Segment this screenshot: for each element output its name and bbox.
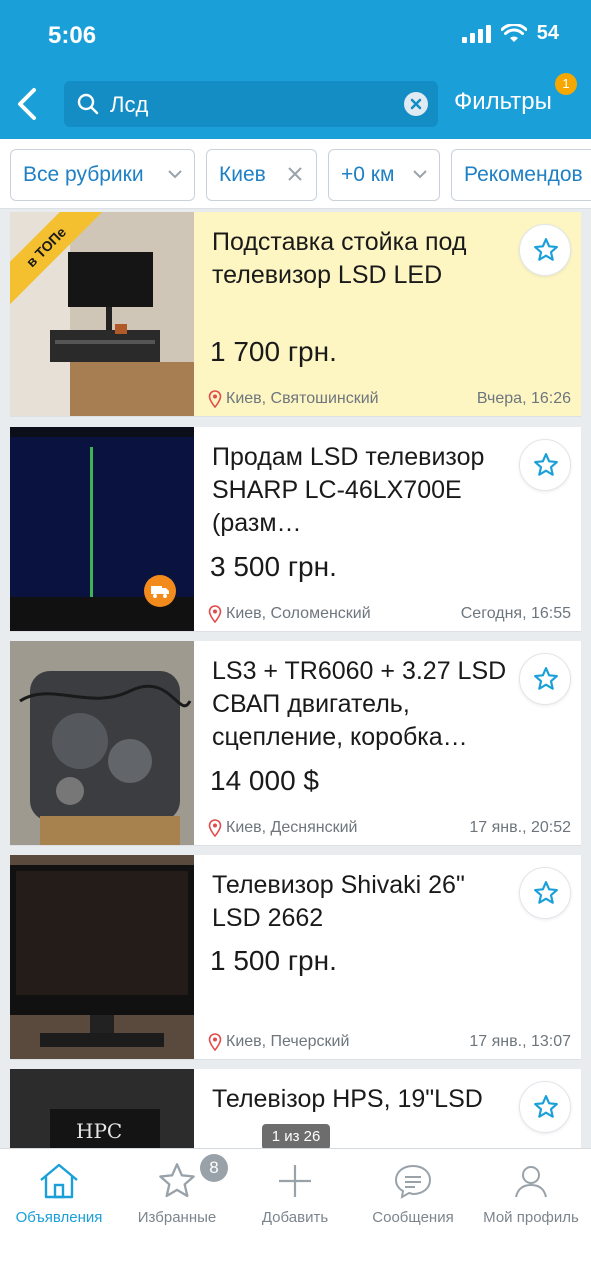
clear-search-icon[interactable] <box>404 92 428 116</box>
listing-date: 17 янв., 13:07 <box>469 1033 571 1050</box>
tab-add[interactable]: Добавить <box>236 1149 354 1239</box>
listing-date: 17 янв., 20:52 <box>469 819 571 836</box>
favorite-button[interactable] <box>519 1081 571 1133</box>
star-icon <box>534 881 558 904</box>
star-icon <box>159 1163 195 1198</box>
listing-photo: HPC <box>10 1069 194 1148</box>
back-arrow-icon[interactable] <box>10 84 50 124</box>
favorite-button[interactable] <box>519 653 571 705</box>
battery-level: 54 <box>536 22 559 44</box>
signal-icon <box>461 24 491 43</box>
listing-location-text: Киев, Соломенский <box>226 605 371 622</box>
filters-count-badge: 1 <box>555 73 577 95</box>
star-icon <box>534 453 558 476</box>
search-query[interactable]: Лсд <box>110 92 148 118</box>
listing-price: 14 000 $ <box>210 765 319 796</box>
favorite-button[interactable] <box>519 439 571 491</box>
app-header: 5:06 54 Лсд Фильтры 1 <box>0 0 591 139</box>
star-icon <box>534 667 558 690</box>
chip-category-label: Все рубрики <box>23 163 144 186</box>
chip-radius-label: +0 км <box>341 163 395 186</box>
listing-title: Телевизор Shivaki 26" LSD 2662 <box>212 871 465 932</box>
wifi-icon <box>500 23 527 42</box>
filter-chips: Все рубрики Киев +0 км Рекомендов <box>0 139 591 209</box>
chip-city-label: Киев <box>219 163 266 186</box>
listing-card[interactable]: LS3 + TR6060 + 3.27 LSD СВАП двигатель, … <box>10 641 581 846</box>
tab-favorites-label: Избранные <box>137 1209 217 1226</box>
location-pin-icon <box>208 819 222 837</box>
listing-photo <box>10 641 194 845</box>
tab-messages[interactable]: Сообщения <box>354 1149 472 1239</box>
listing-price: 1 700 грн. <box>210 336 337 367</box>
listing-location-text: Киев, Святошинский <box>226 390 379 407</box>
tab-messages-label: Сообщения <box>372 1209 454 1226</box>
chip-sort[interactable]: Рекомендов <box>451 149 591 201</box>
delivery-icon <box>144 575 176 607</box>
chevron-down-icon <box>413 170 427 179</box>
listing-location: Киев, Деснянский <box>208 819 358 837</box>
search-icon <box>77 93 99 115</box>
profile-icon <box>515 1166 547 1198</box>
listing-photo <box>10 855 194 1059</box>
listing-date: Вчера, 16:26 <box>476 390 571 407</box>
favorites-count-badge: 8 <box>200 1154 228 1182</box>
listing-location: Киев, Святошинский <box>208 390 379 408</box>
tab-listings-label: Объявления <box>15 1209 103 1226</box>
listing-photo <box>10 427 194 631</box>
plus-icon <box>279 1165 311 1197</box>
location-pin-icon <box>208 390 222 408</box>
tab-profile-label: Мой профиль <box>483 1209 579 1226</box>
favorite-button[interactable] <box>519 224 571 276</box>
search-field[interactable]: Лсд <box>64 81 438 127</box>
listing-price: 1 500 грн. <box>210 945 337 976</box>
listing-date: Сегодня, 16:55 <box>460 605 571 622</box>
tab-add-label: Добавить <box>261 1209 329 1226</box>
listing-title: Продам LSD телевизор SHARP LC-46LX700E (… <box>212 443 485 537</box>
chip-category[interactable]: Все рубрики <box>10 149 195 201</box>
listing-title: Подставка стойка под телевизор LSD LED <box>212 228 467 289</box>
page-indicator: 1 из 26 <box>262 1124 330 1150</box>
listing-location: Киев, Соломенский <box>208 605 371 623</box>
location-pin-icon <box>208 1033 222 1051</box>
star-icon <box>534 1095 558 1118</box>
bottom-tab-bar: Объявления Избранные 8 Добавить Сообщени… <box>0 1148 591 1280</box>
filters-button[interactable]: Фильтры <box>454 88 552 116</box>
home-icon <box>40 1163 78 1199</box>
listing-card[interactable]: Телевизор Shivaki 26" LSD 2662 1 500 грн… <box>10 855 581 1060</box>
listing-photo: в ТОПе <box>10 212 194 416</box>
favorite-button[interactable] <box>519 867 571 919</box>
close-icon[interactable] <box>286 165 304 183</box>
listing-title: Телевізор HPS, 19"LSD <box>212 1085 483 1113</box>
listing-title: LS3 + TR6060 + 3.27 LSD СВАП двигатель, … <box>212 657 507 751</box>
listing-photo-caption: HPC <box>76 1119 123 1143</box>
chip-radius[interactable]: +0 км <box>328 149 440 201</box>
star-icon <box>534 238 558 261</box>
listing-location: Киев, Печерский <box>208 1033 349 1051</box>
status-icons: 54 <box>461 22 559 45</box>
chevron-down-icon <box>168 170 182 179</box>
location-pin-icon <box>208 605 222 623</box>
listing-card[interactable]: в ТОПе Подставка стойка под телевизор LS… <box>10 212 581 417</box>
listing-price: 3 500 грн. <box>210 551 337 582</box>
tab-listings[interactable]: Объявления <box>0 1149 118 1239</box>
chip-city[interactable]: Киев <box>206 149 317 201</box>
listing-card[interactable]: Продам LSD телевизор SHARP LC-46LX700E (… <box>10 427 581 632</box>
status-time: 5:06 <box>48 22 97 49</box>
listing-location-text: Киев, Деснянский <box>226 819 358 836</box>
listing-location-text: Киев, Печерский <box>226 1033 350 1050</box>
tab-profile[interactable]: Мой профиль <box>472 1149 590 1239</box>
chip-sort-label: Рекомендов <box>464 163 583 186</box>
chat-icon <box>394 1164 432 1199</box>
status-bar: 5:06 54 <box>0 0 591 72</box>
